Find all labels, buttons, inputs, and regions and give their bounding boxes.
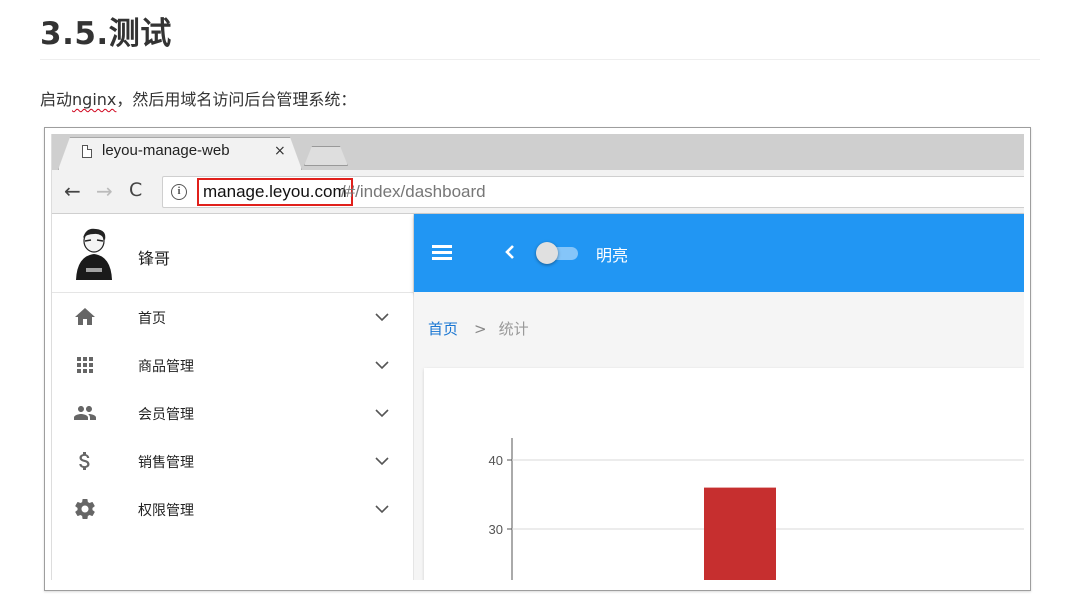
chevron-down-icon[interactable]	[374, 357, 390, 373]
theme-toggle-label: 明亮	[596, 246, 629, 265]
dollar-icon	[79, 452, 90, 470]
sidebar-item-label: 首页	[138, 311, 166, 327]
forward-button[interactable]: →	[96, 179, 113, 203]
y-tick-label: 40	[489, 453, 503, 468]
browser-toolbar: ← → C i manage.leyou.com /#/index/dashbo…	[52, 170, 1024, 214]
url-path: /#/index/dashboard	[341, 182, 486, 201]
breadcrumb: 首页 > 统计	[428, 318, 529, 339]
new-tab-button[interactable]	[304, 146, 348, 166]
home-icon	[75, 308, 95, 325]
browser-window: leyou-manage-web × ← → C i manage.leyou.…	[51, 134, 1024, 580]
page-icon	[82, 145, 92, 158]
breadcrumb-current: 统计	[498, 320, 529, 338]
y-tick-label: 30	[489, 522, 503, 537]
chart-card: 30 40	[424, 368, 1024, 580]
breadcrumb-separator: >	[474, 320, 487, 338]
url-host-highlighted: manage.leyou.com	[197, 178, 353, 206]
embedded-screenshot: leyou-manage-web × ← → C i manage.leyou.…	[44, 127, 1031, 591]
toggle-thumb	[536, 242, 558, 264]
address-bar[interactable]: i manage.leyou.com /#/index/dashboard	[162, 176, 1024, 208]
main-content: 首页 > 统计 30 40	[414, 292, 1024, 580]
chevron-down-icon[interactable]	[374, 501, 390, 517]
tab-strip: leyou-manage-web ×	[52, 134, 1024, 170]
paragraph-text-end: ，然后用域名访问后台管理系统：	[116, 90, 357, 109]
sidebar-item-permissions[interactable]: 权限管理	[52, 485, 414, 533]
sidebar-item-home[interactable]: 首页	[52, 293, 414, 341]
chevron-down-icon[interactable]	[374, 309, 390, 325]
document-heading: 3.5.测试	[40, 16, 172, 52]
apps-grid-icon	[77, 357, 93, 373]
tab-title: leyou-manage-web	[102, 142, 230, 159]
menu-icon[interactable]	[432, 245, 452, 261]
sidebar-item-sales[interactable]: 销售管理	[52, 437, 414, 485]
chevron-down-icon[interactable]	[374, 405, 390, 421]
sidebar-item-products[interactable]: 商品管理	[52, 341, 414, 389]
theme-toggle[interactable]	[536, 242, 582, 264]
sidebar-item-label: 销售管理	[138, 455, 194, 471]
gear-icon	[75, 498, 95, 519]
user-name: 锋哥	[138, 249, 171, 268]
avatar	[76, 228, 112, 280]
chevron-down-icon[interactable]	[374, 453, 390, 469]
chevron-left-icon[interactable]	[502, 242, 516, 262]
spellcheck-word: nginx	[72, 90, 117, 109]
paragraph-text-start: 启动	[40, 90, 73, 109]
chart-bar	[704, 487, 776, 580]
document-paragraph: 启动nginx，然后用域名访问后台管理系统：	[40, 86, 356, 110]
breadcrumb-home-link[interactable]: 首页	[428, 320, 458, 338]
bar-chart: 30 40	[489, 438, 1024, 580]
sidebar: 锋哥 首页 商品管理 会员管理 销售管理 权限管理	[52, 214, 414, 580]
heading-divider	[40, 59, 1040, 60]
user-profile[interactable]: 锋哥	[52, 214, 414, 293]
back-button[interactable]: ←	[64, 179, 81, 203]
tab-close-button[interactable]: ×	[274, 143, 286, 159]
sidebar-item-label: 权限管理	[138, 503, 194, 519]
sidebar-item-label: 商品管理	[138, 359, 194, 375]
app-toolbar: 明亮	[414, 214, 1024, 292]
info-icon[interactable]: i	[171, 184, 187, 200]
sidebar-item-members[interactable]: 会员管理	[52, 389, 414, 437]
people-icon	[74, 406, 96, 420]
sidebar-item-label: 会员管理	[138, 407, 194, 423]
reload-button[interactable]: C	[129, 179, 142, 201]
